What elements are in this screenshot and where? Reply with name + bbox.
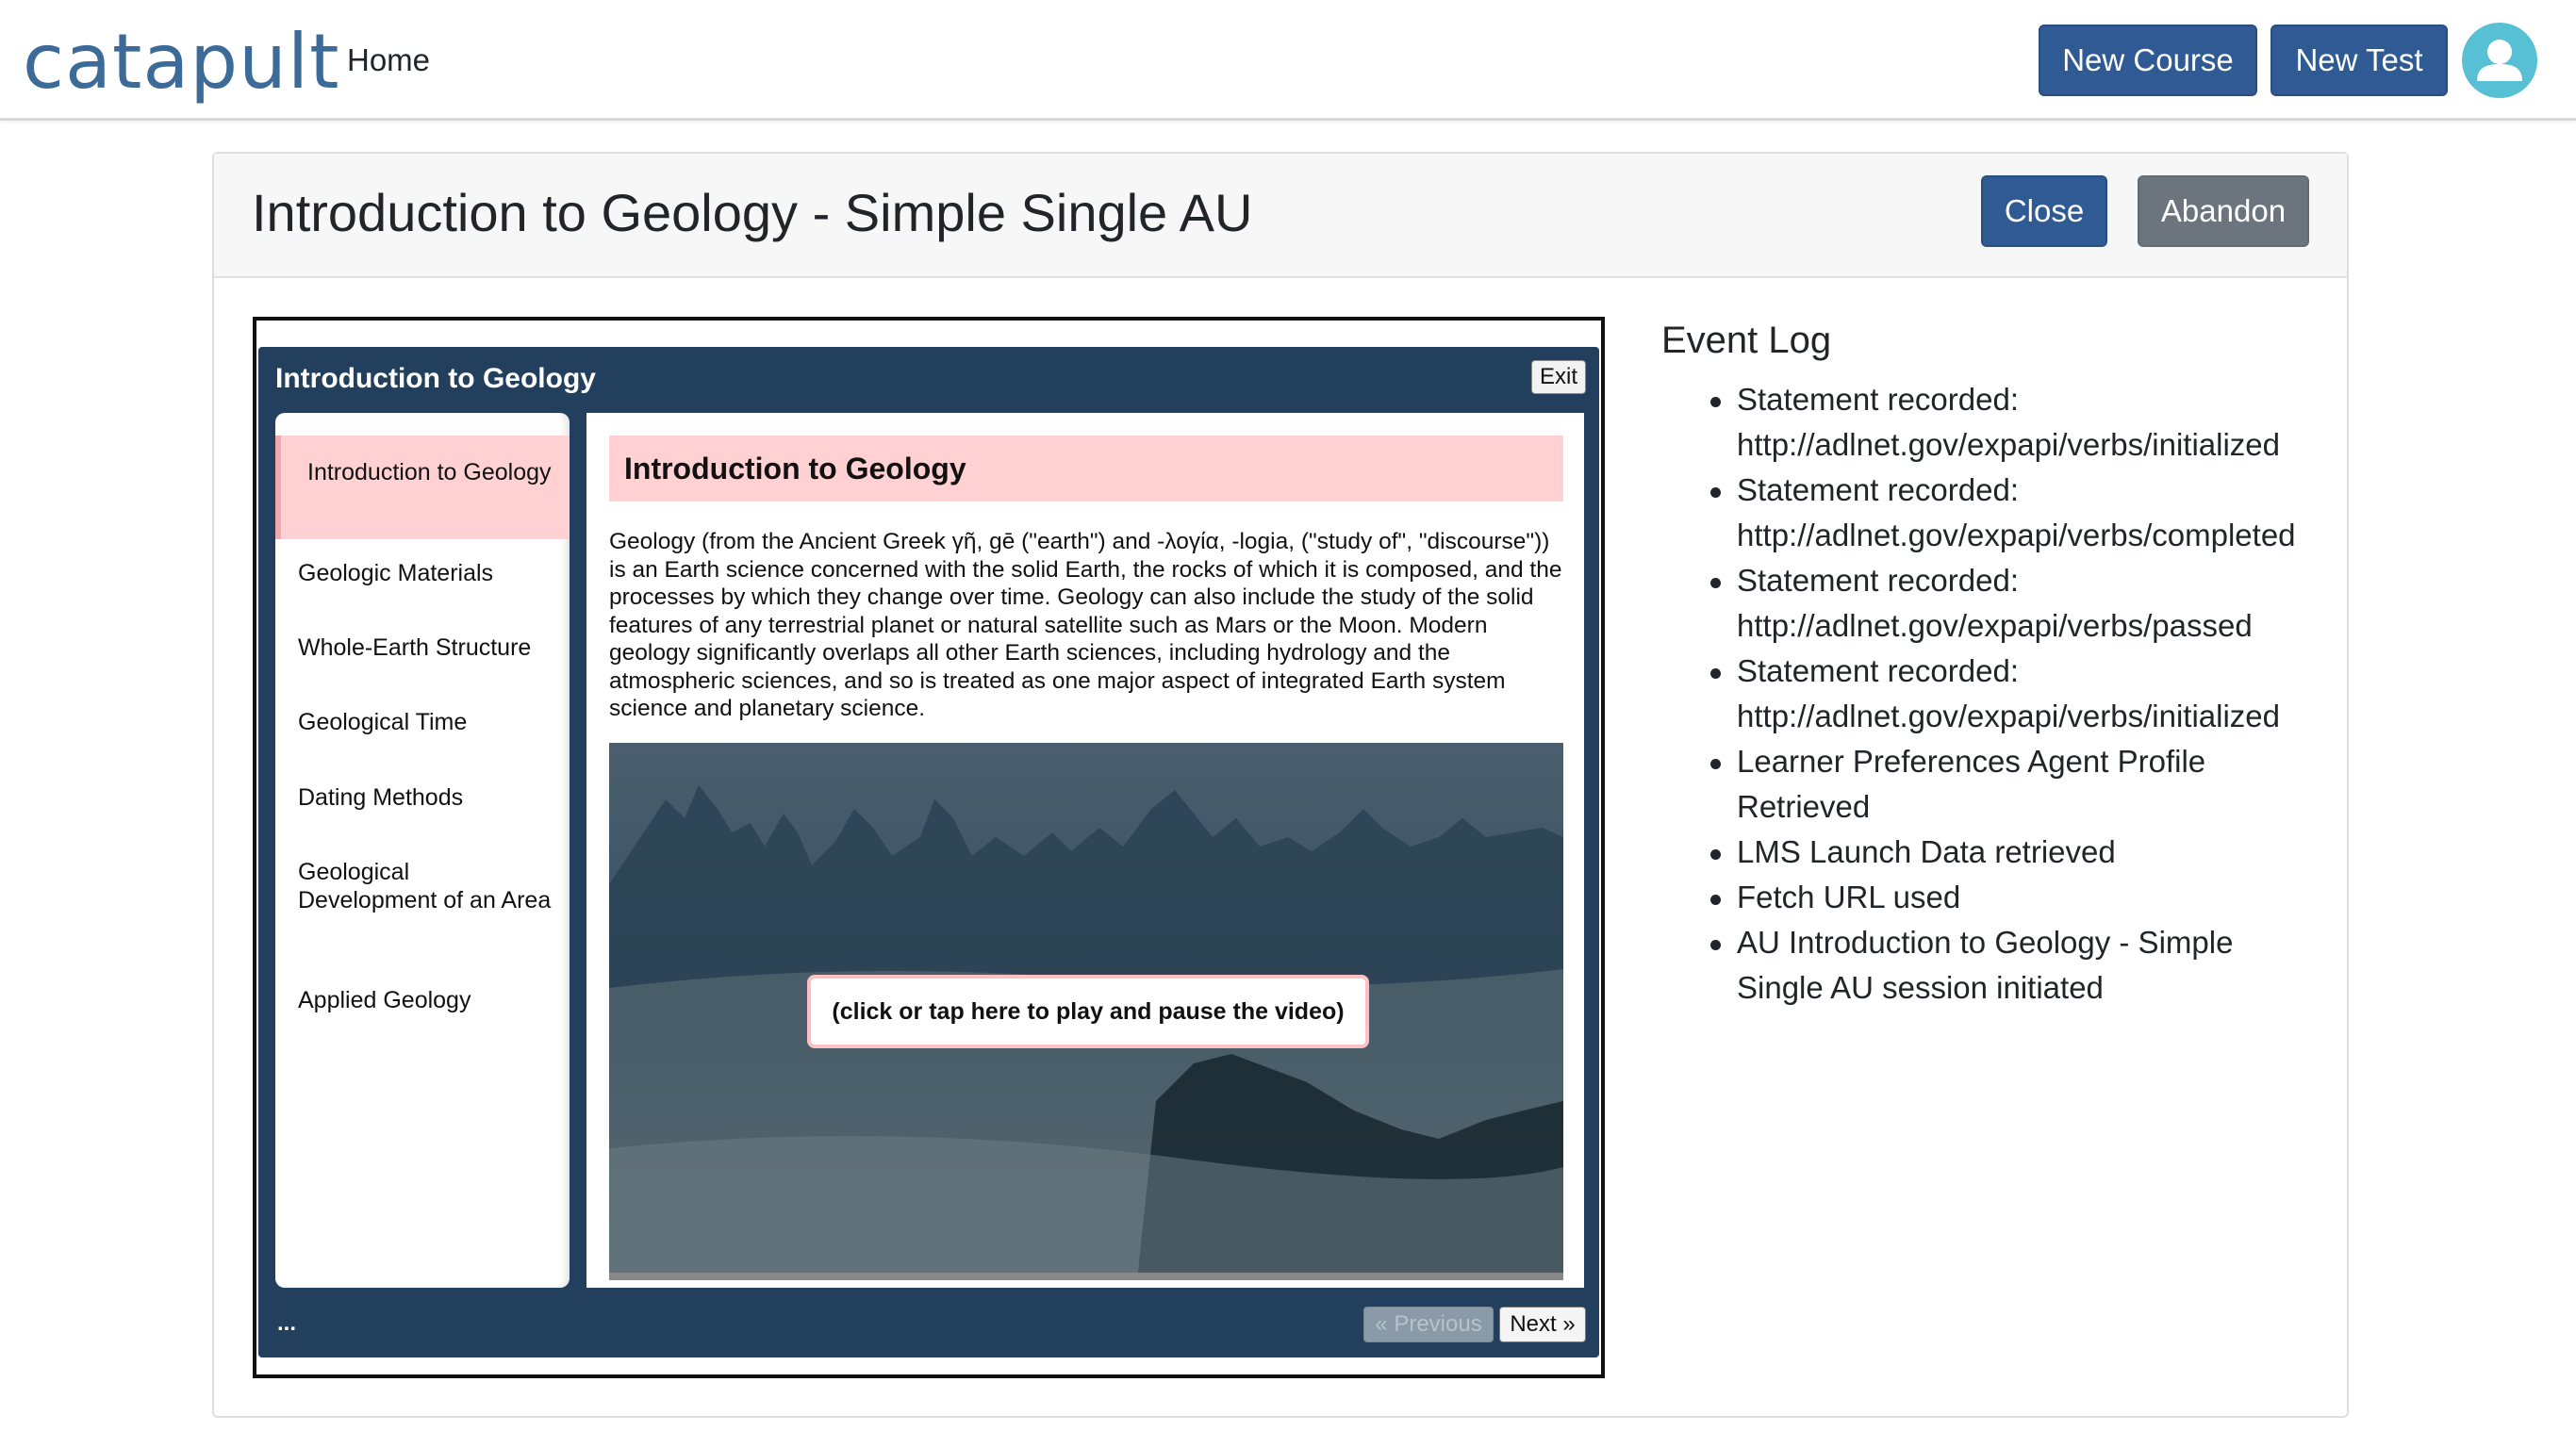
page-title: Introduction to Geology - Simple Single …: [252, 183, 1253, 242]
abandon-button[interactable]: Abandon: [2138, 175, 2309, 247]
new-course-button[interactable]: New Course: [2039, 25, 2257, 96]
lesson-video[interactable]: (click or tap here to play and pause the…: [609, 743, 1563, 1280]
player-title: Introduction to Geology: [275, 363, 596, 394]
next-button[interactable]: Next »: [1499, 1307, 1586, 1342]
course-sidebar: Introduction to Geology Geologic Materia…: [275, 413, 570, 1288]
event-log-item: LMS Launch Data retrieved: [1710, 830, 2265, 875]
sidebar-item-geological-time[interactable]: Geological Time: [275, 708, 570, 736]
sidebar-item-applied-geology[interactable]: Applied Geology: [275, 986, 570, 1014]
card-header: Introduction to Geology - Simple Single …: [214, 154, 2347, 278]
course-player: Introduction to Geology Exit Introductio…: [258, 347, 1599, 1358]
event-log-list: Statement recorded: http://adlnet.gov/ex…: [1710, 377, 2296, 1011]
event-log-item: Learner Preferences Agent Profile Retrie…: [1710, 739, 2265, 830]
video-progress-bar[interactable]: [609, 1273, 1563, 1280]
nav-home-link[interactable]: Home: [347, 40, 430, 81]
sidebar-item-whole-earth-structure[interactable]: Whole-Earth Structure: [275, 634, 570, 662]
user-silhouette-icon: [2477, 40, 2522, 81]
lesson-heading: Introduction to Geology: [609, 436, 1563, 502]
event-log-item: AU Introduction to Geology - Simple Sing…: [1710, 920, 2265, 1011]
event-log-item: Statement recorded: http://adlnet.gov/ex…: [1710, 649, 2280, 739]
more-icon[interactable]: ...: [277, 1310, 296, 1337]
video-play-pause-button[interactable]: (click or tap here to play and pause the…: [807, 975, 1369, 1048]
event-log-item: Statement recorded: http://adlnet.gov/ex…: [1710, 377, 2280, 468]
event-log-item: Statement recorded: http://adlnet.gov/ex…: [1710, 558, 2265, 649]
previous-button[interactable]: « Previous: [1363, 1307, 1494, 1342]
lesson-content: Introduction to Geology Geology (from th…: [586, 413, 1584, 1288]
event-log-item: Fetch URL used: [1710, 875, 2265, 920]
event-log-item: Statement recorded: http://adlnet.gov/ex…: [1710, 468, 2296, 558]
course-iframe: Introduction to Geology Exit Introductio…: [253, 317, 1605, 1378]
user-avatar-icon[interactable]: [2462, 23, 2537, 98]
sidebar-item-dating-methods[interactable]: Dating Methods: [275, 783, 570, 812]
sidebar-item-introduction[interactable]: Introduction to Geology: [275, 436, 570, 539]
event-log-title: Event Log: [1661, 320, 1832, 361]
brand-logo[interactable]: catapult: [23, 17, 339, 107]
top-navbar: catapult Home New Course New Test: [0, 0, 2576, 121]
sidebar-item-geological-development[interactable]: Geological Development of an Area: [275, 858, 570, 914]
new-test-button[interactable]: New Test: [2271, 25, 2448, 96]
sidebar-item-geologic-materials[interactable]: Geologic Materials: [275, 559, 570, 587]
lesson-text: Geology (from the Ancient Greek γῆ, gē (…: [609, 529, 1562, 721]
exit-button[interactable]: Exit: [1531, 360, 1586, 394]
close-button[interactable]: Close: [1981, 175, 2107, 247]
